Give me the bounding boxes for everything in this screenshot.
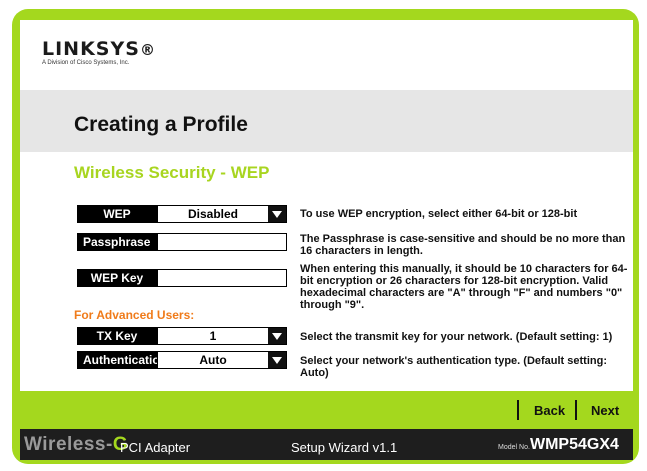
logo-mark: ® — [139, 41, 156, 59]
nav-divider — [575, 400, 577, 420]
advanced-users-heading: For Advanced Users: — [74, 308, 195, 322]
back-button[interactable]: Back — [534, 403, 565, 418]
wep-key-input[interactable] — [157, 269, 287, 287]
passphrase-help: The Passphrase is case-sensitive and sho… — [300, 233, 626, 257]
wep-select[interactable]: Disabled — [157, 205, 287, 223]
chevron-down-icon[interactable] — [268, 328, 286, 344]
wep-select-value: Disabled — [187, 207, 238, 221]
model-label: Model No. — [498, 444, 530, 451]
page-title: Creating a Profile — [74, 113, 248, 136]
authentication-select[interactable]: Auto — [157, 351, 287, 369]
model-number: WMP54GX4 — [530, 436, 619, 453]
nav-divider — [517, 400, 519, 420]
chevron-down-icon[interactable] — [268, 352, 286, 368]
wizard-panel: LINKSYS® A Division of Cisco Systems, In… — [20, 20, 633, 460]
chevron-down-icon[interactable] — [268, 206, 286, 222]
wep-row: WEP Disabled — [77, 205, 287, 223]
passphrase-input[interactable] — [157, 233, 287, 251]
next-button[interactable]: Next — [591, 403, 619, 418]
logo-division: A Division of Cisco Systems, Inc. — [42, 60, 130, 66]
authentication-select-value: Auto — [199, 353, 227, 367]
authentication-help: Select your network's authentication typ… — [300, 355, 607, 379]
tx-key-label: TX Key — [77, 327, 157, 345]
brand-prefix: Wireless- — [24, 434, 113, 455]
tx-key-help: Select the transmit key for your network… — [300, 331, 613, 343]
logo-text: LINKSYS — [42, 38, 140, 60]
wep-key-label: WEP Key — [77, 269, 157, 287]
wep-label: WEP — [77, 205, 157, 223]
passphrase-row: Passphrase — [77, 233, 287, 251]
footer-bar: Wireless-G PCI Adapter Setup Wizard v1.1… — [20, 429, 633, 460]
authentication-label: Authentication — [77, 351, 167, 369]
wep-key-row: WEP Key — [77, 269, 287, 287]
product-brand: Wireless-G — [24, 434, 128, 456]
tx-key-select[interactable]: 1 — [157, 327, 287, 345]
navigation-bar: Back Next — [20, 391, 633, 429]
product-name: PCI Adapter — [120, 440, 191, 455]
wep-key-help: When entering this manually, it should b… — [300, 263, 628, 311]
wep-help: To use WEP encryption, select either 64-… — [300, 208, 578, 220]
tx-key-select-value: 1 — [209, 329, 217, 343]
title-band: Creating a Profile — [20, 90, 633, 152]
linksys-logo: LINKSYS® A Division of Cisco Systems, In… — [42, 38, 156, 66]
wizard-version: Setup Wizard v1.1 — [291, 440, 398, 455]
tx-key-row: TX Key 1 — [77, 327, 287, 345]
section-title: Wireless Security - WEP — [74, 163, 270, 182]
passphrase-label: Passphrase — [77, 233, 157, 251]
authentication-row: Authentication Auto — [77, 351, 287, 369]
